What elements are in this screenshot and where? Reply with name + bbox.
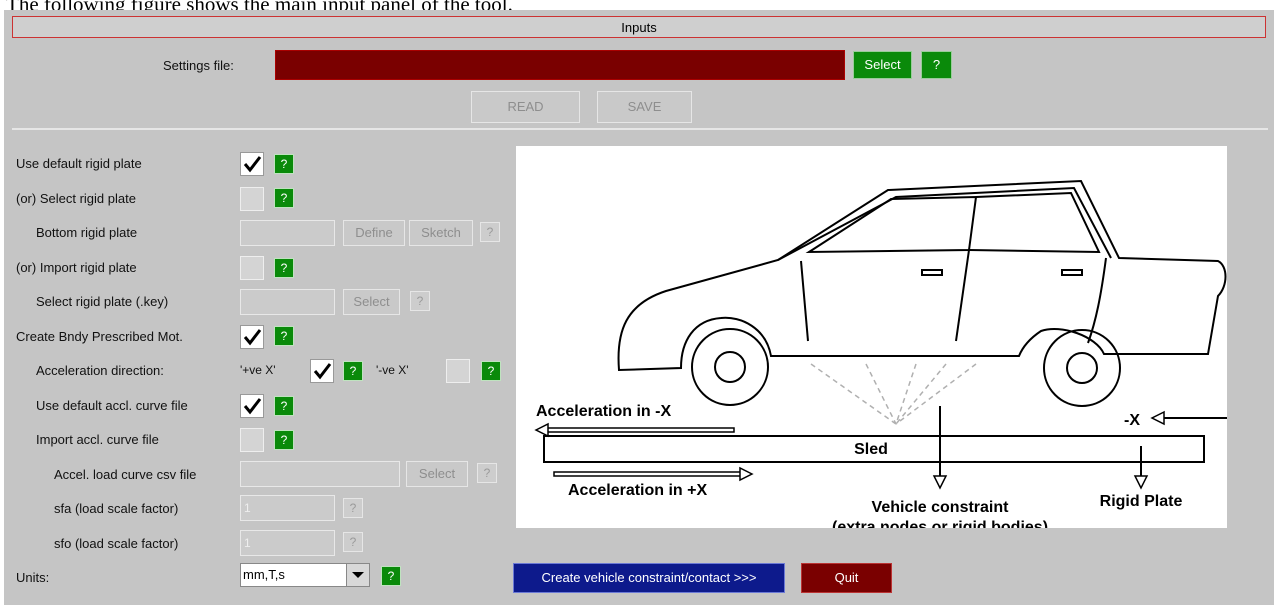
use-default-accl-checkbox[interactable] <box>240 394 264 418</box>
help-button[interactable]: ? <box>381 566 401 586</box>
import-rigid-plate-checkbox[interactable] <box>240 256 264 280</box>
check-icon <box>313 363 332 380</box>
accel-csv-label: Accel. load curve csv file <box>54 467 197 482</box>
axis-negx-label: -X <box>1124 412 1140 429</box>
help-button[interactable]: ? <box>480 222 500 242</box>
settings-select-button[interactable]: Select <box>853 51 912 79</box>
help-button[interactable]: ? <box>274 326 294 346</box>
quit-button[interactable]: Quit <box>801 563 892 593</box>
units-label: Units: <box>16 570 50 585</box>
check-icon <box>243 156 262 173</box>
sled-label: Sled <box>854 441 888 458</box>
sfo-field[interactable]: 1 <box>240 530 335 556</box>
positive-x-checkbox[interactable] <box>310 359 334 383</box>
help-button[interactable]: ? <box>274 188 294 208</box>
sled-diagram: Sled Acceleration in -X Acceleration in … <box>516 146 1227 528</box>
settings-help-button[interactable]: ? <box>921 51 952 79</box>
chevron-down-icon[interactable] <box>346 564 369 586</box>
check-icon <box>243 398 262 415</box>
help-button[interactable]: ? <box>477 463 497 483</box>
input-panel: Inputs Settings file: Select ? READ SAVE… <box>4 10 1274 605</box>
read-button[interactable]: READ <box>471 91 580 123</box>
help-button[interactable]: ? <box>343 532 363 552</box>
sketch-button[interactable]: Sketch <box>409 220 473 246</box>
help-button[interactable]: ? <box>274 258 294 278</box>
select-rigid-plate-label: (or) Select rigid plate <box>16 191 136 206</box>
use-default-rigid-plate-label: Use default rigid plate <box>16 156 142 171</box>
sfa-field[interactable]: 1 <box>240 495 335 521</box>
select-rigid-plate-key-label: Select rigid plate (.key) <box>36 294 169 309</box>
car-outline <box>617 179 1227 407</box>
sfo-label: sfo (load scale factor) <box>54 536 179 551</box>
vehicle-constraint-sub-label: (extra nodes or rigid bodies) <box>832 519 1048 528</box>
help-button[interactable]: ? <box>481 361 501 381</box>
help-button[interactable]: ? <box>343 361 363 381</box>
create-bndy-checkbox[interactable] <box>240 325 264 349</box>
bottom-rigid-plate-label: Bottom rigid plate <box>36 225 138 240</box>
define-button[interactable]: Define <box>343 220 405 246</box>
negative-x-label: '-ve X' <box>376 363 409 377</box>
vehicle-constraint-label: Vehicle constraint <box>872 499 1010 516</box>
settings-file-field[interactable] <box>275 50 845 80</box>
inputs-header: Inputs <box>12 16 1266 38</box>
help-button[interactable]: ? <box>274 154 294 174</box>
save-button[interactable]: SAVE <box>597 91 692 123</box>
select-rigid-plate-checkbox[interactable] <box>240 187 264 211</box>
positive-x-label: '+ve X' <box>240 363 276 377</box>
bottom-rigid-plate-field[interactable] <box>240 220 335 246</box>
accel-csv-select-button[interactable]: Select <box>406 461 468 487</box>
accel-pos-label: Acceleration in +X <box>568 482 707 499</box>
rigid-plate-key-field[interactable] <box>240 289 335 315</box>
negative-x-checkbox[interactable] <box>446 359 470 383</box>
select-key-button[interactable]: Select <box>343 289 400 315</box>
rigid-plate-label: Rigid Plate <box>1100 493 1183 510</box>
check-icon <box>243 329 262 346</box>
create-bndy-label: Create Bndy Prescribed Mot. <box>16 329 183 344</box>
use-default-accl-label: Use default accl. curve file <box>36 398 188 413</box>
separator <box>12 128 1268 130</box>
create-vehicle-constraint-button[interactable]: Create vehicle constraint/contact >>> <box>513 563 785 593</box>
help-button[interactable]: ? <box>274 396 294 416</box>
import-rigid-plate-label: (or) Import rigid plate <box>16 260 137 275</box>
sfa-label: sfa (load scale factor) <box>54 501 179 516</box>
accel-neg-label: Acceleration in -X <box>536 403 671 420</box>
help-button[interactable]: ? <box>410 291 430 311</box>
settings-file-label: Settings file: <box>163 58 234 73</box>
use-default-rigid-plate-checkbox[interactable] <box>240 152 264 176</box>
acceleration-direction-label: Acceleration direction: <box>36 363 164 378</box>
import-accl-checkbox[interactable] <box>240 428 264 452</box>
help-button[interactable]: ? <box>274 430 294 450</box>
accel-csv-field[interactable] <box>240 461 400 487</box>
help-button[interactable]: ? <box>343 498 363 518</box>
import-accl-label: Import accl. curve file <box>36 432 159 447</box>
